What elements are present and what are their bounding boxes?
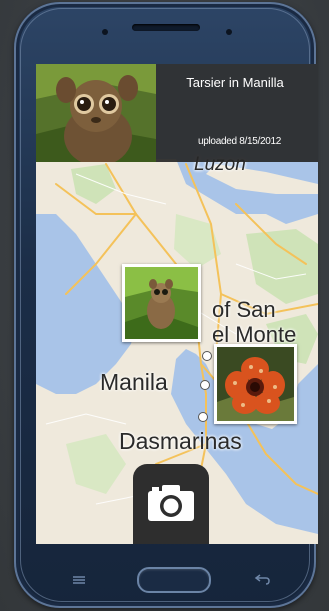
map-label-dasmarinas: Dasmarinas <box>119 428 242 454</box>
home-button[interactable] <box>137 567 211 593</box>
back-icon[interactable] <box>254 572 270 585</box>
front-sensor <box>102 29 108 35</box>
upload-date: uploaded 8/15/2012 <box>197 136 282 147</box>
earpiece-speaker <box>132 24 200 31</box>
camera-icon <box>146 484 196 527</box>
menu-icon[interactable] <box>72 572 86 584</box>
header-photo-thumbnail[interactable] <box>36 64 156 162</box>
flower-thumbnail <box>217 347 294 421</box>
app-screen: Luzon of San el Monte Manila Dasmarinas <box>36 64 318 544</box>
map-marker-manila-dot <box>200 380 210 390</box>
photo-info-header[interactable]: Tarsier in Manilla uploaded 8/15/2012 <box>36 64 318 162</box>
front-camera <box>226 29 232 35</box>
photo-pin-flower[interactable] <box>214 344 297 424</box>
map-label-san: of San <box>212 297 276 322</box>
camera-button[interactable] <box>133 464 209 544</box>
map-marker-dasmarinas-dot <box>198 412 208 422</box>
phone-frame: Luzon of San el Monte Manila Dasmarinas <box>14 2 318 608</box>
photo-title: Tarsier in Manilla <box>186 75 284 90</box>
photo-pin-tarsier[interactable] <box>122 264 201 342</box>
map-label-manila: Manila <box>100 369 168 395</box>
map-marker-dot <box>202 351 212 361</box>
tarsier-thumbnail <box>125 267 198 339</box>
